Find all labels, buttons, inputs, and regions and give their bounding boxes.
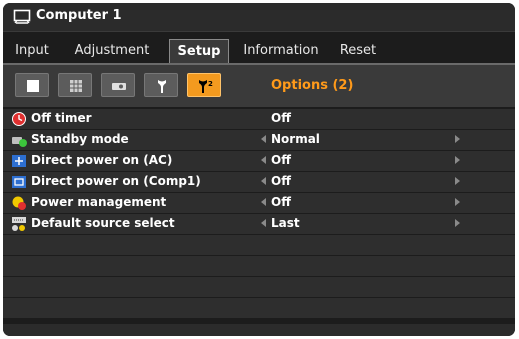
projector-icon — [112, 83, 126, 90]
tab-adjustment[interactable]: Adjustment — [61, 39, 163, 63]
right-arrow-icon[interactable] — [455, 219, 460, 227]
right-arrow-icon[interactable] — [455, 198, 460, 206]
row-value: Off — [271, 174, 291, 188]
main-tabs: Input Adjustment Setup Information Reset — [3, 39, 515, 63]
row-default-source-select[interactable]: Default source select Last — [3, 214, 515, 234]
subtab-screen[interactable] — [15, 73, 49, 97]
left-arrow-icon[interactable] — [261, 156, 266, 164]
tab-input[interactable]: Input — [9, 39, 55, 63]
row-off-timer[interactable]: Off timer Off — [3, 109, 515, 129]
options-icon: 2 — [199, 80, 213, 93]
clock-icon — [12, 112, 26, 126]
empty-row — [3, 298, 515, 318]
title-bar: Computer 1 — [3, 3, 515, 32]
subtab-options[interactable]: 2 — [187, 73, 221, 97]
row-power-management[interactable]: Power management Off — [3, 193, 515, 213]
source-select-icon — [12, 217, 26, 231]
row-value: Off — [271, 153, 291, 167]
row-label: Default source select — [31, 216, 175, 230]
power-ac-icon — [12, 155, 26, 167]
empty-row — [3, 277, 515, 297]
subtab-grid[interactable] — [58, 73, 92, 97]
power-comp-icon — [12, 176, 26, 188]
row-direct-power-comp1[interactable]: Direct power on (Comp1) Off — [3, 172, 515, 192]
empty-row — [3, 256, 515, 276]
empty-row — [3, 235, 515, 255]
row-label: Direct power on (AC) — [31, 153, 173, 167]
wrench-icon — [158, 80, 166, 93]
window-title: Computer 1 — [36, 8, 122, 23]
row-label: Direct power on (Comp1) — [31, 174, 201, 188]
subtab-projector[interactable] — [101, 73, 135, 97]
subtab-bar: 2 Options (2) — [3, 65, 515, 107]
svg-text:2: 2 — [208, 80, 213, 88]
computer-icon — [13, 9, 31, 24]
right-arrow-icon[interactable] — [455, 177, 460, 185]
tab-setup[interactable]: Setup — [169, 39, 229, 63]
row-value: Normal — [271, 132, 320, 146]
left-arrow-icon[interactable] — [261, 135, 266, 143]
grid-icon — [70, 80, 82, 92]
left-arrow-icon[interactable] — [261, 219, 266, 227]
tab-reset[interactable]: Reset — [333, 39, 383, 63]
row-label: Standby mode — [31, 132, 129, 146]
row-label: Power management — [31, 195, 167, 209]
row-standby-mode[interactable]: Standby mode Normal — [3, 130, 515, 150]
row-value: Off — [271, 111, 291, 125]
standby-icon — [12, 137, 27, 147]
row-label: Off timer — [31, 111, 92, 125]
subtab-wrench[interactable] — [144, 73, 178, 97]
tab-information[interactable]: Information — [235, 39, 327, 63]
row-value: Off — [271, 195, 291, 209]
row-value: Last — [271, 216, 300, 230]
projector-menu: Computer 1 Input Adjustment Setup Inform… — [3, 3, 515, 336]
screen-icon — [27, 80, 39, 92]
left-arrow-icon[interactable] — [261, 198, 266, 206]
power-management-icon — [12, 196, 26, 210]
left-arrow-icon[interactable] — [261, 177, 266, 185]
right-arrow-icon[interactable] — [455, 135, 460, 143]
bottom-bar — [3, 324, 515, 336]
subtab-title: Options (2) — [271, 78, 354, 93]
right-arrow-icon[interactable] — [455, 156, 460, 164]
row-direct-power-ac[interactable]: Direct power on (AC) Off — [3, 151, 515, 171]
